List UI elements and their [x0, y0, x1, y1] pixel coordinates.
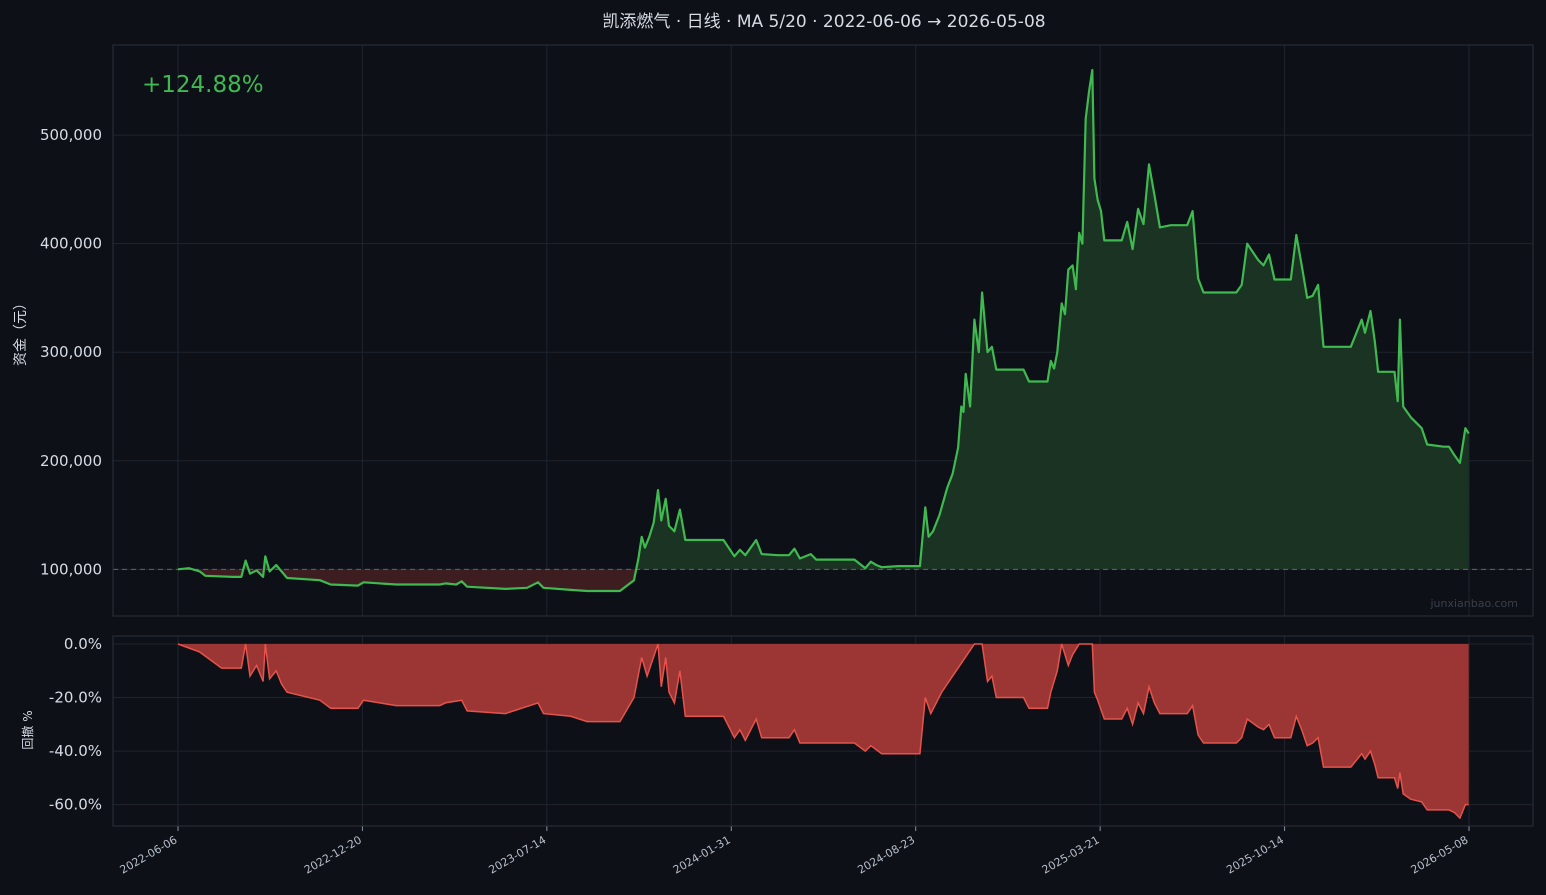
total-return-label: +124.88%: [142, 72, 264, 98]
drawdown-y-tick-label: -60.0%: [49, 796, 102, 814]
equity-y-axis-label: 资金（元）: [13, 296, 29, 366]
drawdown-y-tick-label: -40.0%: [49, 742, 102, 760]
backtest-chart: 凯添燃气 · 日线 · MA 5/20 · 2022-06-06 → 2026-…: [0, 0, 1546, 895]
equity-y-tick-label: 400,000: [40, 235, 102, 253]
drawdown-y-tick-label: 0.0%: [64, 635, 102, 653]
equity-y-tick-label: 500,000: [40, 126, 102, 144]
watermark: junxianbao.com: [1429, 597, 1518, 610]
chart-title: 凯添燃气 · 日线 · MA 5/20 · 2022-06-06 → 2026-…: [602, 12, 1045, 32]
equity-y-tick-label: 200,000: [40, 452, 102, 470]
drawdown-y-tick-label: -20.0%: [49, 689, 102, 707]
equity-y-tick-label: 100,000: [40, 560, 102, 578]
drawdown-y-axis-label: 回撤 %: [20, 710, 35, 749]
equity-y-tick-label: 300,000: [40, 343, 102, 361]
